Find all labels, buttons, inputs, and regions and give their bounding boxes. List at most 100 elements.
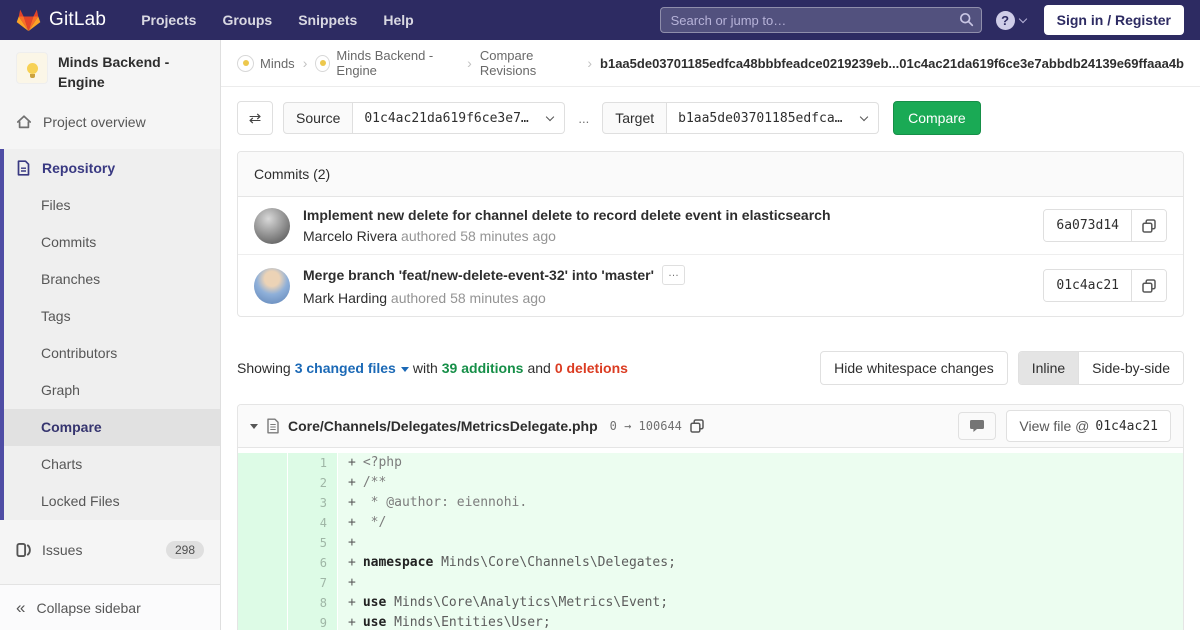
- additions-count: 39 additions: [441, 360, 524, 376]
- commit-sha-link[interactable]: 6a073d14: [1044, 210, 1131, 241]
- diff-line: 3 + * @author: eiennohi.: [238, 493, 1183, 513]
- sidebar-item-compare[interactable]: Compare: [4, 408, 220, 446]
- diff-line: 8 + use Minds\Core\Analytics\Metrics\Even…: [238, 593, 1183, 613]
- search-input[interactable]: [659, 7, 982, 33]
- commits-panel: Commits (2) Implement new delete for cha…: [237, 151, 1184, 317]
- project-context-header[interactable]: Minds Backend - Engine: [0, 40, 220, 103]
- code-line: +: [338, 533, 1183, 553]
- source-ref-dropdown[interactable]: 01c4ac21da619f6ce3e7…: [353, 102, 566, 134]
- old-line-number[interactable]: [238, 513, 288, 533]
- new-line-number[interactable]: 2: [288, 473, 338, 493]
- commit-title-link[interactable]: Merge branch 'feat/new-delete-event-32' …: [303, 267, 654, 283]
- new-line-number[interactable]: 4: [288, 513, 338, 533]
- new-line-number[interactable]: 5: [288, 533, 338, 553]
- target-ref-dropdown[interactable]: b1aa5de03701185edfca…: [667, 102, 880, 134]
- compare-button[interactable]: Compare: [893, 101, 981, 135]
- sidebar-item-repository[interactable]: Repository: [4, 149, 220, 187]
- view-file-sha: 01c4ac21: [1095, 418, 1158, 434]
- old-line-number[interactable]: [238, 573, 288, 593]
- sidebar-item-label: Issues: [42, 541, 83, 558]
- issues-icon: [16, 542, 31, 558]
- document-icon: [16, 159, 31, 176]
- breadcrumb-project[interactable]: Minds Backend - Engine: [315, 48, 459, 78]
- diff-summary-text: Showing 3 changed files with 39 additions an…: [237, 360, 632, 376]
- sidebar-item-graph[interactable]: Graph: [4, 372, 220, 409]
- repository-section: Repository Files Commits Branches Tags C…: [0, 148, 220, 520]
- copy-path-button[interactable]: [690, 419, 704, 433]
- sidebar-item-issues[interactable]: Issues 298: [0, 531, 220, 569]
- avatar: [254, 267, 290, 304]
- breadcrumb-label: Minds: [260, 55, 295, 71]
- nav-item-projects[interactable]: Projects: [128, 12, 209, 28]
- copy-icon: [1142, 218, 1156, 233]
- ref-separator: ...: [578, 110, 590, 126]
- sidebar-item-files[interactable]: Files: [4, 187, 220, 224]
- commit-sha-link[interactable]: 01c4ac21: [1044, 270, 1131, 301]
- bulb-icon: [319, 60, 326, 66]
- diff-line: 1 + <?php: [238, 453, 1183, 473]
- breadcrumb-separator: ›: [302, 55, 308, 71]
- nav-item-groups[interactable]: Groups: [209, 12, 285, 28]
- new-line-number[interactable]: 8: [288, 593, 338, 613]
- new-line-number[interactable]: 6: [288, 553, 338, 573]
- expand-commit-message-button[interactable]: …: [661, 265, 685, 285]
- breadcrumb-label: Compare Revisions: [479, 48, 537, 78]
- swap-revisions-button[interactable]: ⇄: [237, 101, 273, 135]
- changed-files-dropdown[interactable]: 3 changed files: [295, 360, 396, 376]
- code-line: + * @author: eiennohi.: [338, 493, 1183, 513]
- toggle-comments-button[interactable]: [958, 412, 997, 440]
- old-line-number[interactable]: [238, 593, 288, 613]
- file-path-link[interactable]: Core/Channels/Delegates/MetricsDelegate.…: [288, 418, 598, 434]
- breadcrumb-compare-revisions[interactable]: Compare Revisions: [480, 48, 580, 78]
- sidebar-item-contributors[interactable]: Contributors: [4, 335, 220, 372]
- sidebar-item-project-overview[interactable]: Project overview: [0, 103, 220, 141]
- search-icon[interactable]: [959, 12, 974, 27]
- old-line-number[interactable]: [238, 493, 288, 513]
- sidebar-item-charts[interactable]: Charts: [4, 446, 220, 483]
- commit-author-link[interactable]: Mark Harding: [303, 290, 387, 306]
- copy-sha-button[interactable]: [1131, 270, 1166, 301]
- new-line-number[interactable]: 1: [288, 453, 338, 473]
- comment-bubble-icon: [969, 419, 985, 433]
- new-line-number[interactable]: 7: [288, 573, 338, 593]
- inline-view-button[interactable]: Inline: [1018, 352, 1079, 384]
- old-line-number[interactable]: [238, 473, 288, 493]
- new-line-number[interactable]: 3: [288, 493, 338, 513]
- chevron-down-icon: [859, 112, 869, 121]
- sidebar-item-label: Project overview: [43, 113, 146, 130]
- sidebar-item-branches[interactable]: Branches: [4, 261, 220, 298]
- nav-item-snippets[interactable]: Snippets: [285, 12, 370, 28]
- deletions-count: 0 deletions: [554, 360, 628, 376]
- help-dropdown[interactable]: ?: [995, 10, 1027, 30]
- commit-author-link[interactable]: Marcelo Rivera: [303, 228, 397, 244]
- collapse-sidebar-button[interactable]: « Collapse sidebar: [0, 584, 220, 630]
- view-file-button[interactable]: View file @ 01c4ac21: [1006, 410, 1171, 442]
- commit-title-link[interactable]: Implement new delete for channel delete …: [303, 207, 831, 223]
- sidebar-item-commits[interactable]: Commits: [4, 224, 220, 261]
- gitlab-wordmark: GitLab: [49, 9, 107, 30]
- copy-sha-button[interactable]: [1131, 210, 1166, 241]
- project-avatar: [16, 52, 48, 84]
- diff-line: 9 + use Minds\Entities\User;: [238, 613, 1183, 630]
- old-line-number[interactable]: [238, 453, 288, 473]
- old-line-number[interactable]: [238, 613, 288, 630]
- tanuki-icon: [16, 8, 41, 32]
- old-line-number[interactable]: [238, 553, 288, 573]
- file-diff-panel: Core/Channels/Delegates/MetricsDelegate.…: [237, 404, 1184, 630]
- gitlab-logo[interactable]: GitLab: [16, 8, 106, 32]
- side-by-side-view-button[interactable]: Side-by-side: [1078, 352, 1183, 384]
- project-avatar: [315, 54, 331, 72]
- old-line-number[interactable]: [238, 533, 288, 553]
- new-line-number[interactable]: 9: [288, 613, 338, 630]
- with-label: with: [412, 360, 438, 376]
- commit-sha-group: 6a073d14: [1043, 209, 1167, 242]
- hide-whitespace-button[interactable]: Hide whitespace changes: [820, 351, 1008, 385]
- sign-in-button[interactable]: Sign in / Register: [1043, 5, 1184, 35]
- breadcrumb-group[interactable]: Minds: [237, 54, 295, 72]
- main-content: Minds › Minds Backend - Engine › Compare…: [221, 40, 1200, 630]
- sidebar-item-tags[interactable]: Tags: [4, 298, 220, 335]
- code-line: +/**: [338, 473, 1183, 493]
- collapse-file-caret-icon[interactable]: [250, 423, 258, 429]
- nav-item-help[interactable]: Help: [370, 12, 426, 28]
- sidebar-item-locked-files[interactable]: Locked Files: [4, 483, 220, 520]
